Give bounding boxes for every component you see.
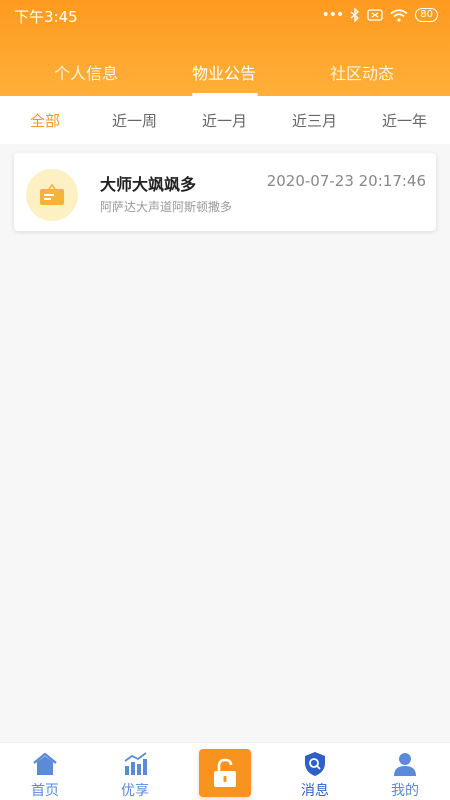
filter-all[interactable]: 全部	[30, 110, 60, 131]
tab-community-news[interactable]: 社区动态	[330, 60, 394, 84]
filter-week[interactable]: 近一周	[112, 110, 157, 131]
nav-benefits-label: 优享	[121, 783, 149, 799]
notice-card[interactable]: 大师大飒飒多 阿萨达大声道阿斯顿撒多 2020-07-23 20:17:46	[14, 153, 436, 231]
top-tabs: 个人信息 物业公告 社区动态	[0, 52, 450, 96]
nav-messages[interactable]: 消息	[280, 743, 350, 800]
notice-board-icon	[40, 183, 64, 205]
filter-three-months[interactable]: 近三月	[292, 110, 337, 131]
nav-mine-label: 我的	[391, 783, 419, 799]
status-bar: 下午3:45 ••• 80	[0, 0, 450, 30]
filter-month[interactable]: 近一月	[202, 110, 247, 131]
notice-title: 大师大飒飒多	[100, 175, 197, 194]
more-dots-icon: •••	[321, 7, 344, 23]
chart-icon	[124, 752, 147, 775]
unlock-button[interactable]	[199, 749, 251, 797]
battery-indicator: 80	[415, 8, 438, 22]
status-icons: ••• 80	[321, 7, 438, 23]
nav-benefits[interactable]: 优享	[100, 743, 170, 800]
sim-icon	[367, 9, 383, 21]
home-icon	[33, 752, 57, 775]
bottom-nav: 首页 优享 消息 我的	[0, 742, 450, 800]
notice-subtitle: 阿萨达大声道阿斯顿撒多	[100, 200, 233, 214]
user-icon	[394, 753, 416, 776]
nav-home-label: 首页	[31, 783, 59, 799]
unlock-icon	[214, 758, 236, 787]
nav-mine[interactable]: 我的	[370, 743, 440, 800]
filter-year[interactable]: 近一年	[382, 110, 427, 131]
app-header: 下午3:45 ••• 80 个人信息 物业公告 社区动态	[0, 0, 450, 96]
tab-personal-info[interactable]: 个人信息	[54, 60, 118, 84]
time-filter-bar: 全部 近一周 近一月 近三月 近一年	[0, 96, 450, 144]
tab-property-notice[interactable]: 物业公告	[192, 60, 256, 84]
nav-home[interactable]: 首页	[10, 743, 80, 800]
notice-avatar	[26, 169, 78, 221]
bluetooth-icon	[350, 8, 360, 22]
notice-time: 2020-07-23 20:17:46	[266, 172, 426, 190]
wifi-icon	[390, 8, 408, 22]
nav-messages-label: 消息	[301, 783, 329, 799]
status-time: 下午3:45	[14, 8, 78, 26]
shield-search-icon	[305, 752, 325, 776]
